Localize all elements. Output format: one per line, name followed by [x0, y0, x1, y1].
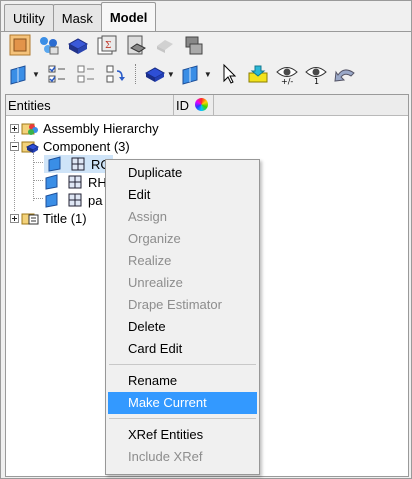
menu-separator: [109, 418, 256, 419]
expand-icon[interactable]: [10, 213, 19, 223]
column-separator[interactable]: [173, 95, 174, 116]
menu-item-make-current[interactable]: Make Current: [108, 392, 257, 414]
isolate-icon[interactable]: 1: [305, 63, 327, 85]
component-icon[interactable]: [9, 34, 31, 56]
tree-line: [33, 162, 43, 163]
disabled-icon: [154, 34, 176, 56]
menu-item-edit[interactable]: Edit: [108, 184, 257, 206]
context-menu: Duplicate Edit Assign Organize Realize U…: [105, 159, 260, 475]
tab-model[interactable]: Model: [100, 2, 157, 31]
mesh-icon: [66, 192, 84, 208]
current-folder-icon[interactable]: [247, 63, 269, 85]
menu-item-organize: Organize: [128, 231, 181, 246]
tab-bar: Utility Mask Model: [4, 2, 157, 31]
menu-item-unrealize: Unrealize: [128, 275, 183, 290]
tree-label: Title (1): [43, 210, 87, 226]
tab-divider: [1, 31, 411, 32]
menu-item-drape-estimator: Drape Estimator: [128, 297, 222, 312]
sync-icon[interactable]: [104, 63, 126, 85]
component-folder-icon: [21, 138, 39, 154]
assembly-icon[interactable]: [38, 34, 60, 56]
tab-mask[interactable]: Mask: [52, 4, 102, 31]
menu-separator: [109, 364, 256, 365]
toolbar-create: Σ: [9, 34, 212, 56]
tree-row-child-selected[interactable]: RC: [44, 155, 113, 173]
menu-item-xref-entities[interactable]: XRef Entities: [108, 424, 257, 446]
expand-icon[interactable]: [10, 123, 19, 133]
column-entities[interactable]: Entities: [8, 98, 51, 113]
model-browser-window: Utility Mask Model Σ ▼ ▼ ▼ +/- 1 Entitie…: [0, 0, 412, 479]
tree-icon[interactable]: [75, 63, 97, 85]
column-header: Entities ID: [6, 95, 408, 116]
tree-label: RH: [88, 174, 107, 190]
eye-plus-minus-label: +/-: [281, 77, 293, 85]
select-arrow-icon[interactable]: [218, 63, 240, 85]
svg-text:Σ: Σ: [105, 41, 111, 51]
tree-row-child[interactable]: pa: [44, 191, 102, 209]
property-icon[interactable]: Σ: [96, 34, 118, 56]
tree-label: pa: [88, 192, 103, 208]
surface-mode-icon[interactable]: [181, 63, 203, 85]
display-mode-icon[interactable]: [144, 63, 166, 85]
tree-line: [33, 180, 43, 181]
chevron-down-icon[interactable]: ▼: [204, 70, 212, 79]
tree-row-child[interactable]: RH: [44, 173, 107, 191]
menu-item-card-edit[interactable]: Card Edit: [108, 338, 257, 360]
collapse-icon[interactable]: [10, 141, 19, 151]
material-icon[interactable]: [67, 34, 89, 56]
menu-item-delete[interactable]: Delete: [108, 316, 257, 338]
assembly-folder-icon: [21, 120, 39, 136]
menu-item-include-xref: Include XRef: [128, 449, 203, 464]
tree-line: [33, 198, 43, 199]
tab-utility[interactable]: Utility: [4, 4, 54, 31]
surface-icon: [47, 156, 65, 172]
tree-row-component[interactable]: Component (3): [10, 137, 130, 155]
mesh-icon: [66, 174, 84, 190]
undo-icon[interactable]: [334, 63, 356, 85]
toolbar-separator: [134, 64, 136, 84]
tree-row-assembly[interactable]: Assembly Hierarchy: [10, 119, 159, 137]
color-wheel-icon[interactable]: [195, 98, 208, 111]
menu-item-rename[interactable]: Rename: [108, 370, 257, 392]
column-id[interactable]: ID: [176, 98, 189, 113]
chevron-down-icon[interactable]: ▼: [167, 70, 175, 79]
eye-one-label: 1: [314, 77, 319, 85]
mesh-icon: [69, 156, 87, 172]
menu-item-realize: Realize: [128, 253, 172, 268]
show-hide-icon[interactable]: +/-: [276, 63, 298, 85]
column-separator[interactable]: [213, 95, 214, 116]
surface-icon: [44, 192, 62, 208]
menu-item-assign: Assign: [128, 209, 168, 224]
tree-label: Component (3): [43, 138, 130, 154]
title-folder-icon: [21, 210, 39, 226]
connector-icon[interactable]: [183, 34, 205, 56]
tree-row-title[interactable]: Title (1): [10, 209, 87, 227]
checkbox-list-icon[interactable]: [46, 63, 68, 85]
tree-label: Assembly Hierarchy: [43, 120, 159, 136]
surface-icon: [44, 174, 62, 190]
tree-line: [33, 153, 34, 201]
toolbar-display: ▼ ▼ ▼ +/- 1: [9, 63, 363, 85]
chevron-down-icon[interactable]: ▼: [32, 70, 40, 79]
menu-item-duplicate[interactable]: Duplicate: [108, 162, 257, 184]
load-collector-icon[interactable]: [125, 34, 147, 56]
entity-filter-icon[interactable]: [9, 63, 31, 85]
